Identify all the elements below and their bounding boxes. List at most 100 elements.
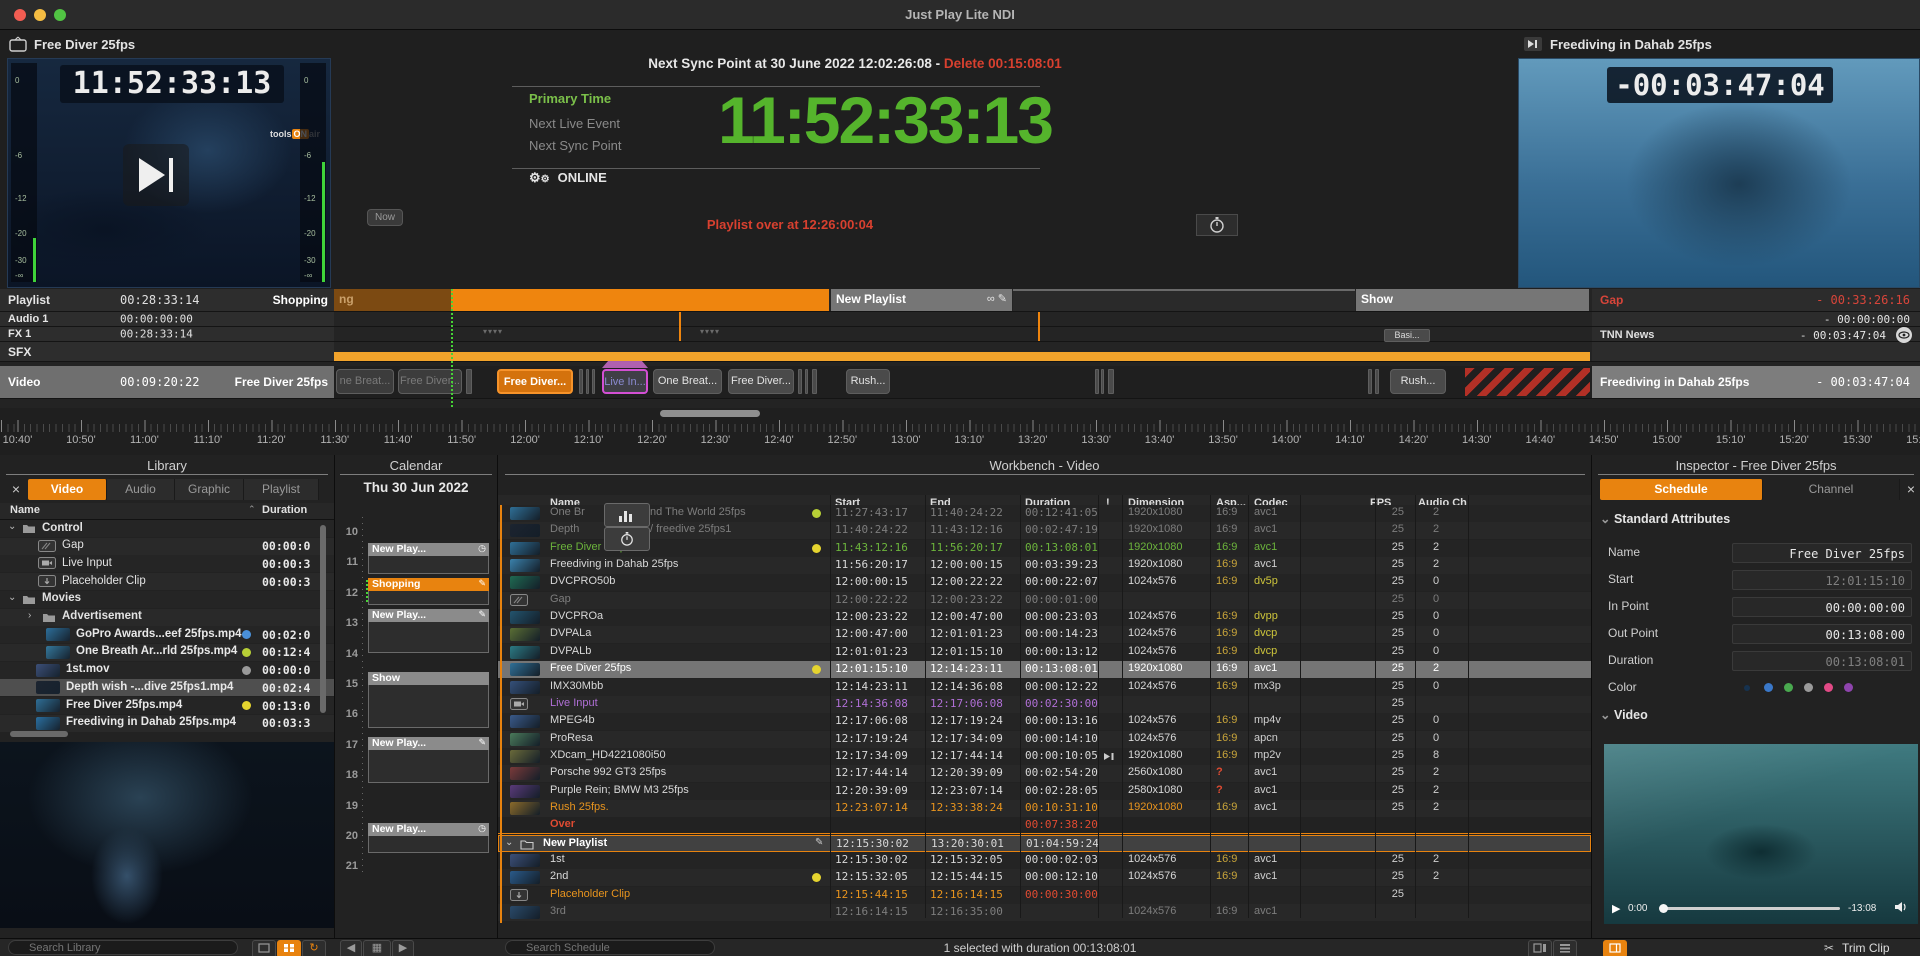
workbench-row-dvcproa[interactable]: DVCPROa12:00:23:2212:00:47:0000:00:23:03… — [498, 609, 1591, 626]
workbench-row-imx30mbb[interactable]: IMX30Mbb12:14:23:1112:14:36:0800:00:12:2… — [498, 679, 1591, 696]
chart-button[interactable] — [604, 503, 650, 527]
calendar-prev-button[interactable]: ◀ — [340, 940, 362, 956]
workbench-row-depth[interactable]: Depth/ freedive 25fps111:40:24:2211:43:1… — [498, 522, 1591, 539]
timeline-scrollbar[interactable] — [660, 410, 760, 417]
library-close-button[interactable]: × — [6, 479, 26, 500]
primary-time-label[interactable]: Primary Time — [529, 91, 611, 106]
clip-rush[interactable]: Rush... — [846, 369, 890, 394]
player-play-button[interactable]: ▶ — [1612, 902, 1620, 915]
next-sync-point-label[interactable]: Next Sync Point — [529, 138, 622, 153]
clip-nebreat[interactable]: ne Breat... — [336, 369, 394, 394]
calendar-view-button[interactable]: ▦ — [363, 940, 391, 956]
clip-freediver[interactable]: Free Diver... — [728, 369, 794, 394]
library-tab-video[interactable]: Video — [28, 479, 107, 500]
fx-clip-basi[interactable]: Basi... — [1384, 329, 1430, 342]
workbench-row-gap[interactable]: Gap12:00:22:2212:00:23:2200:00:01:00250 — [498, 592, 1591, 609]
speaker-icon[interactable] — [1894, 901, 1908, 913]
playlist-block-ng[interactable]: ng — [334, 289, 451, 311]
library-preview-image[interactable] — [0, 742, 334, 928]
clip-sliver[interactable] — [466, 369, 472, 394]
program-video-preview[interactable]: 11:52:33:13 toolsONair 0-6-12-20-30-∞ 0-… — [7, 58, 331, 288]
clip-sliver[interactable] — [805, 369, 808, 394]
workbench-row-porsche992gt325fps[interactable]: Porsche 992 GT3 25fps12:17:44:1412:20:39… — [498, 765, 1591, 782]
library-vscrollbar[interactable] — [320, 525, 326, 713]
library-search-input[interactable] — [8, 940, 238, 955]
visibility-eye-icon[interactable] — [1896, 327, 1912, 343]
color-swatch[interactable] — [1804, 683, 1813, 692]
workbench-row-placeholderclip[interactable]: Placeholder Clip12:15:44:1512:16:14:1500… — [498, 887, 1591, 904]
preview-video-next[interactable]: -00:03:47:04 — [1518, 58, 1920, 288]
workbench-row-mpeg4b[interactable]: MPEG4b12:17:06:0812:17:19:2400:00:13:161… — [498, 713, 1591, 730]
chevron-down-icon[interactable]: ⌄ — [8, 521, 16, 532]
workbench-row-over[interactable]: Over00:07:38:20 — [498, 817, 1591, 834]
library-row[interactable]: GoPro Awards...eef 25fps.mp400:02:0 — [0, 626, 334, 643]
tab-channel[interactable]: Channel — [1763, 479, 1900, 500]
color-swatch[interactable] — [1784, 683, 1793, 692]
track-header-sfx[interactable]: SFX — [0, 342, 335, 362]
gap-hatch[interactable] — [1465, 368, 1590, 396]
workbench-row-freediver25fps[interactable]: Free Diver 25fps12:01:15:1012:14:23:1100… — [498, 661, 1591, 678]
clip-sliver[interactable] — [592, 369, 595, 394]
chevron-down-icon[interactable]: ⌄ — [505, 837, 513, 848]
calendar-event-show[interactable]: Show — [368, 672, 489, 728]
calendar-event-newplay[interactable]: New Play...◷ — [368, 823, 489, 853]
workbench-row-dvcpro50b[interactable]: DVCPRO50b12:00:00:1512:00:22:2200:00:22:… — [498, 574, 1591, 591]
field-input-in-point[interactable]: 00:00:00:00 — [1732, 597, 1912, 617]
inspector-close-button[interactable]: × — [1902, 479, 1920, 500]
clip-sliver[interactable] — [812, 369, 817, 394]
workbench-row-dvpalb[interactable]: DVPALb12:01:01:2312:01:15:1000:00:13:121… — [498, 644, 1591, 661]
library-row[interactable]: 1st.mov00:00:0 — [0, 662, 334, 679]
tab-schedule[interactable]: Schedule — [1600, 479, 1763, 500]
track-header-playlist[interactable]: Playlist00:28:33:14Shopping — [0, 289, 335, 312]
clip-onebreat[interactable]: One Breat... — [653, 369, 722, 394]
clip-sliver[interactable] — [1375, 369, 1379, 394]
grid-view-button[interactable] — [277, 940, 301, 956]
clip-livein[interactable]: Live In... — [602, 369, 648, 394]
chevron-down-icon[interactable]: ⌄ — [8, 592, 16, 603]
workbench-row-freedivingindahab25fps[interactable]: Freediving in Dahab 25fps11:56:20:1712:0… — [498, 557, 1591, 574]
time-ruler[interactable]: 10:40'10:50'11:00'11:10'11:20'11:30'11:4… — [0, 408, 1920, 456]
library-row[interactable]: Freediving in Dahab 25fps.mp400:03:3 — [0, 715, 334, 732]
stopwatch-button[interactable] — [1196, 214, 1238, 236]
layout-toggle-icon[interactable] — [1528, 940, 1552, 956]
next-live-event-label[interactable]: Next Live Event — [529, 116, 620, 131]
calendar-event-newplay[interactable]: New Play...✎ — [368, 737, 489, 783]
timer-button[interactable] — [604, 527, 650, 551]
library-row[interactable]: ⌄Control — [0, 520, 334, 537]
track-header-audio1[interactable]: Audio 100:00:00:00 — [0, 312, 335, 327]
clip-sliver[interactable] — [579, 369, 583, 394]
workbench-row-proresa[interactable]: ProResa12:17:19:2412:17:34:0900:00:14:10… — [498, 731, 1591, 748]
workbench-row-3rd[interactable]: 3rd12:16:14:1512:16:35:001024x57616:9avc… — [498, 904, 1591, 921]
workbench-row-onebr[interactable]: One Brnd The World 25fps11:27:43:1711:40… — [498, 505, 1591, 522]
playlist-block-new-playlist[interactable]: New Playlist∞ ✎ — [831, 289, 1012, 311]
color-swatch[interactable] — [1764, 683, 1773, 692]
field-input-name[interactable]: Free Diver 25fps — [1732, 543, 1912, 563]
library-row[interactable]: One Breath Ar...rld 25fps.mp400:12:4 — [0, 644, 334, 661]
library-row[interactable]: Live Input00:00:3 — [0, 555, 334, 572]
workbench-row-freediver25fps[interactable]: Free Diver 25fps11:43:12:1611:56:20:1700… — [498, 540, 1591, 557]
chevron-right-icon[interactable]: › — [28, 610, 31, 621]
library-row[interactable]: ›Advertisement — [0, 609, 334, 626]
field-input-out-point[interactable]: 00:13:08:00 — [1732, 624, 1912, 644]
workbench-row-dvpala[interactable]: DVPALa12:00:47:0012:01:01:2300:00:14:231… — [498, 626, 1591, 643]
inspector-toggle-button[interactable] — [1603, 940, 1627, 956]
library-col-name[interactable]: Name — [10, 504, 40, 516]
library-tab-playlist[interactable]: Playlist — [244, 479, 319, 500]
library-col-duration[interactable]: Duration — [262, 504, 307, 516]
library-tab-audio[interactable]: Audio — [107, 479, 175, 500]
clip-sliver[interactable] — [586, 369, 589, 394]
inspector-video-preview[interactable]: ▶ 0:00 -13:08 — [1604, 744, 1918, 924]
workbench-row-xdcamhd4221080i50[interactable]: XDcam_HD4221080i5012:17:34:0912:17:44:14… — [498, 748, 1591, 765]
color-swatch[interactable] — [1824, 683, 1833, 692]
clip-sliver[interactable] — [798, 369, 802, 394]
clip-freediver[interactable]: Free Diver... — [497, 369, 573, 394]
library-row[interactable]: Gap00:00:0 — [0, 538, 334, 555]
workbench-row-liveinput[interactable]: Live Input12:14:36:0812:17:06:0800:02:30… — [498, 696, 1591, 713]
trim-clip-button[interactable]: Trim Clip — [1842, 941, 1890, 955]
clip-sliver[interactable] — [1108, 369, 1114, 394]
clip-sliver[interactable] — [1095, 369, 1099, 394]
field-input-start[interactable]: 12:01:15:10 — [1732, 570, 1912, 590]
refresh-button[interactable]: ↻ — [302, 940, 326, 956]
track-header-video[interactable]: Video00:09:20:22Free Diver 25fps — [0, 366, 335, 399]
workbench-row-rush25fps[interactable]: Rush 25fps.12:23:07:1412:33:38:2400:10:3… — [498, 800, 1591, 817]
